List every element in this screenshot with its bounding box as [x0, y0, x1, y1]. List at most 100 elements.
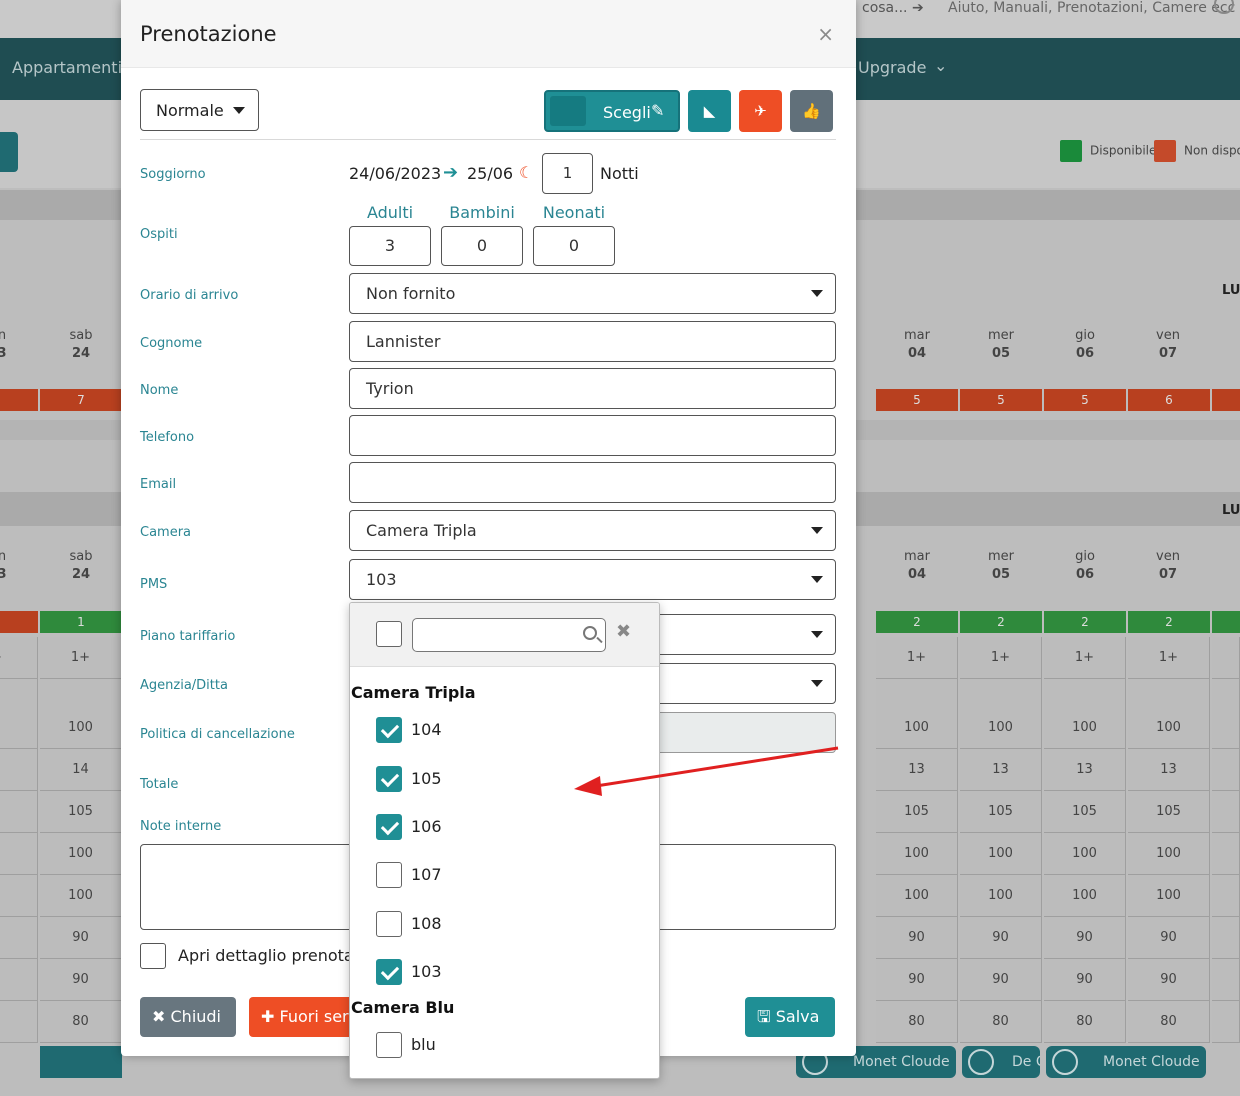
day-header: ven 07 [1156, 328, 1180, 361]
booking-type-select[interactable]: Normale [140, 89, 259, 131]
grid-cell: 0 [0, 707, 38, 749]
option-checkbox[interactable] [376, 717, 402, 743]
grid-cell: 80 [1128, 1001, 1210, 1043]
guest-chip [40, 1046, 122, 1078]
grid-cell [1212, 917, 1240, 959]
children-label: Bambini [449, 203, 515, 222]
arrival-time-select[interactable]: Non fornito [349, 273, 836, 314]
grid-cell: 105 [1044, 791, 1126, 833]
availability-bar: 7 [40, 389, 122, 411]
option-checkbox[interactable] [376, 862, 402, 888]
email-input[interactable] [349, 462, 836, 503]
dropdown-search-input[interactable] [412, 618, 606, 652]
option-label: 105 [411, 769, 442, 788]
grid-cell: 100 [876, 875, 958, 917]
grid-cell: 5 [0, 791, 38, 833]
help-search-hint[interactable]: Aiuto, Manuali, Prenotazioni, Camere ecc [948, 0, 1235, 16]
grid-cell [1212, 637, 1240, 679]
day-header: gio 06 [1075, 549, 1095, 582]
nights-label: Notti [600, 164, 639, 183]
nav-item-upgrade[interactable]: Upgrade [858, 58, 926, 77]
option-checkbox[interactable] [376, 959, 402, 985]
name-input[interactable]: Tyrion [349, 368, 836, 409]
open-detail-checkbox[interactable] [140, 943, 166, 969]
grid-cell: 100 [40, 833, 122, 875]
label-email: Email [140, 477, 177, 492]
grid-cell: 100 [1044, 707, 1126, 749]
caret-down-icon [233, 107, 245, 114]
departure-button[interactable]: ✈ [739, 90, 782, 132]
caret-down-icon [811, 576, 823, 583]
choose-button[interactable]: Scegli ✎ [544, 90, 680, 132]
clear-icon[interactable]: ✖ [616, 621, 631, 642]
guest-chip: Monet Cloude [1046, 1046, 1206, 1078]
children-input[interactable]: 0 [441, 226, 523, 266]
option-label: blu [411, 1035, 436, 1054]
room-select[interactable]: Camera Tripla [349, 510, 836, 551]
choose-label: Scegli [603, 103, 651, 122]
grid-cell: 80 [1044, 1001, 1126, 1043]
day-header: mar 04 [904, 328, 930, 361]
pms-select[interactable]: 103 [349, 559, 836, 600]
grid-cell: 100 [876, 707, 958, 749]
adults-input[interactable]: 3 [349, 226, 431, 266]
plane-takeoff-icon: ✈ [754, 102, 767, 120]
grid-cell: 13 [876, 749, 958, 791]
toggle-switch[interactable] [550, 96, 586, 126]
out-of-service-button[interactable]: ✚ Fuori serv [249, 997, 359, 1037]
grid-cell: 1+ [960, 637, 1042, 679]
infants-input[interactable]: 0 [533, 226, 615, 266]
grid-cell [1212, 791, 1240, 833]
dropdown-group-label: Camera Blu [351, 998, 455, 1017]
save-button[interactable]: 🖫 Salva [745, 997, 835, 1037]
close-x-icon: ✖ [152, 1007, 166, 1026]
dropdown-option[interactable]: 105 [376, 766, 616, 792]
side-button[interactable] [0, 132, 18, 172]
grid-cell: 0 [0, 1001, 38, 1043]
dropdown-option[interactable]: 103 [376, 959, 616, 985]
nav-item-appartamenti[interactable]: Appartamenti [12, 58, 122, 77]
search-icon [583, 626, 597, 640]
legend-swatch-available [1060, 140, 1082, 162]
grid-cell: 0 [0, 875, 38, 917]
nights-input[interactable]: 1 [542, 153, 593, 194]
option-label: 108 [411, 914, 442, 933]
availability-bar: 1 [40, 611, 122, 633]
arrival-button[interactable]: ◣ [688, 90, 731, 132]
label-total: Totale [140, 777, 179, 792]
pms-dropdown: ✖ Camera Tripla 104 105 106 107 108 103 Camera … [349, 602, 660, 1079]
day-header: sab 24 [69, 328, 93, 361]
grid-cell: 0 [0, 833, 38, 875]
close-button-label: Chiudi [170, 1007, 222, 1026]
grid-cell: 100 [1128, 707, 1210, 749]
dropdown-option[interactable]: 108 [376, 911, 616, 937]
stay-from-date[interactable]: 24/06/2023 [349, 164, 441, 183]
chevron-down-icon[interactable]: ⌄ [934, 56, 947, 75]
guest-chip: De C [962, 1046, 1040, 1078]
option-checkbox[interactable] [376, 766, 402, 792]
grid-cell: 90 [40, 959, 122, 1001]
stay-to-date[interactable]: 25/06 [467, 164, 513, 183]
grid-cell: 90 [876, 917, 958, 959]
option-checkbox[interactable] [376, 814, 402, 840]
grid-cell: 90 [1044, 959, 1126, 1001]
option-checkbox[interactable] [376, 1032, 402, 1058]
option-checkbox[interactable] [376, 911, 402, 937]
dropdown-option[interactable]: 104 [376, 717, 616, 743]
surname-input[interactable]: Lannister [349, 321, 836, 362]
grid-cell: + [0, 637, 38, 679]
grid-cell: 1+ [1128, 637, 1210, 679]
dropdown-option[interactable]: 106 [376, 814, 616, 840]
dropdown-option[interactable]: blu [376, 1032, 616, 1058]
legend-unavailable: Non dispon [1154, 140, 1240, 162]
select-all-checkbox[interactable] [376, 621, 402, 647]
caret-down-icon [811, 631, 823, 638]
close-icon[interactable]: × [817, 22, 834, 46]
dropdown-option[interactable]: 107 [376, 862, 616, 888]
close-button[interactable]: ✖ Chiudi [140, 997, 236, 1037]
confirm-button[interactable]: 👍 [790, 90, 833, 132]
label-guests: Ospiti [140, 227, 178, 242]
phone-input[interactable] [349, 415, 836, 456]
grid-cell: 0 [0, 917, 38, 959]
person-icon [1052, 1049, 1078, 1075]
